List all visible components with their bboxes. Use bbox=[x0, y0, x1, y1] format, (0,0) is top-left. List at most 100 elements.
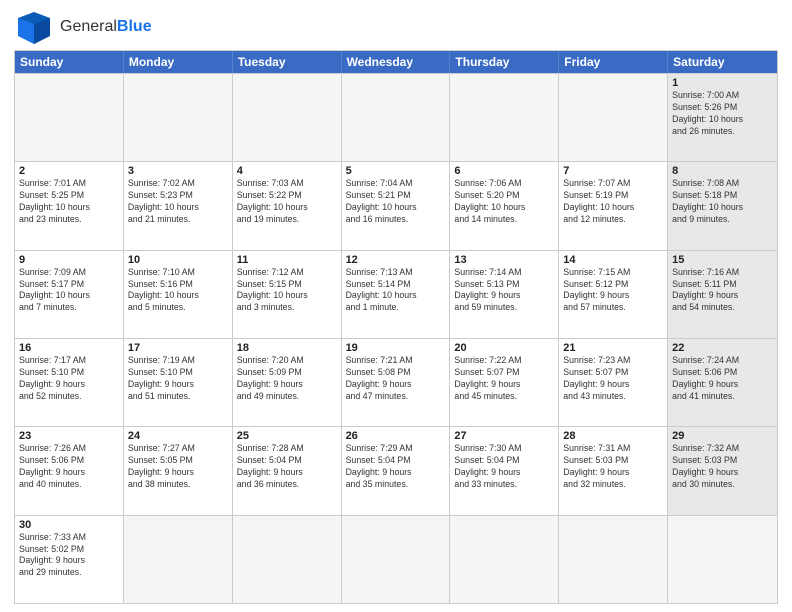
cal-cell-w5d1 bbox=[124, 516, 233, 603]
day-info: Sunrise: 7:04 AM Sunset: 5:21 PM Dayligh… bbox=[346, 178, 446, 226]
cal-cell-w1d1: 3Sunrise: 7:02 AM Sunset: 5:23 PM Daylig… bbox=[124, 162, 233, 249]
day-number: 30 bbox=[19, 519, 119, 531]
day-number: 1 bbox=[672, 77, 773, 89]
day-info: Sunrise: 7:19 AM Sunset: 5:10 PM Dayligh… bbox=[128, 355, 228, 403]
day-info: Sunrise: 7:20 AM Sunset: 5:09 PM Dayligh… bbox=[237, 355, 337, 403]
day-info: Sunrise: 7:26 AM Sunset: 5:06 PM Dayligh… bbox=[19, 443, 119, 491]
cal-cell-w5d2 bbox=[233, 516, 342, 603]
day-number: 16 bbox=[19, 342, 119, 354]
cal-cell-w2d3: 12Sunrise: 7:13 AM Sunset: 5:14 PM Dayli… bbox=[342, 251, 451, 338]
day-info: Sunrise: 7:14 AM Sunset: 5:13 PM Dayligh… bbox=[454, 267, 554, 315]
day-info: Sunrise: 7:30 AM Sunset: 5:04 PM Dayligh… bbox=[454, 443, 554, 491]
day-number: 26 bbox=[346, 430, 446, 442]
cal-cell-w4d1: 24Sunrise: 7:27 AM Sunset: 5:05 PM Dayli… bbox=[124, 427, 233, 514]
day-info: Sunrise: 7:16 AM Sunset: 5:11 PM Dayligh… bbox=[672, 267, 773, 315]
day-info: Sunrise: 7:13 AM Sunset: 5:14 PM Dayligh… bbox=[346, 267, 446, 315]
week-row-4: 23Sunrise: 7:26 AM Sunset: 5:06 PM Dayli… bbox=[15, 426, 777, 514]
calendar: SundayMondayTuesdayWednesdayThursdayFrid… bbox=[14, 50, 778, 604]
header-day-friday: Friday bbox=[559, 51, 668, 73]
day-number: 28 bbox=[563, 430, 663, 442]
cal-cell-w0d2 bbox=[233, 74, 342, 161]
logo-general: General bbox=[60, 18, 117, 35]
week-row-1: 2Sunrise: 7:01 AM Sunset: 5:25 PM Daylig… bbox=[15, 161, 777, 249]
cal-cell-w3d2: 18Sunrise: 7:20 AM Sunset: 5:09 PM Dayli… bbox=[233, 339, 342, 426]
cal-cell-w2d0: 9Sunrise: 7:09 AM Sunset: 5:17 PM Daylig… bbox=[15, 251, 124, 338]
cal-cell-w0d0 bbox=[15, 74, 124, 161]
header-day-sunday: Sunday bbox=[15, 51, 124, 73]
page: GeneralBlue SundayMondayTuesdayWednesday… bbox=[0, 0, 792, 612]
cal-cell-w4d5: 28Sunrise: 7:31 AM Sunset: 5:03 PM Dayli… bbox=[559, 427, 668, 514]
cal-cell-w3d4: 20Sunrise: 7:22 AM Sunset: 5:07 PM Dayli… bbox=[450, 339, 559, 426]
cal-cell-w5d6 bbox=[668, 516, 777, 603]
day-number: 6 bbox=[454, 165, 554, 177]
day-number: 21 bbox=[563, 342, 663, 354]
logo-blue: Blue bbox=[117, 18, 152, 35]
week-row-0: 1Sunrise: 7:00 AM Sunset: 5:26 PM Daylig… bbox=[15, 73, 777, 161]
cal-cell-w2d1: 10Sunrise: 7:10 AM Sunset: 5:16 PM Dayli… bbox=[124, 251, 233, 338]
week-row-2: 9Sunrise: 7:09 AM Sunset: 5:17 PM Daylig… bbox=[15, 250, 777, 338]
day-info: Sunrise: 7:01 AM Sunset: 5:25 PM Dayligh… bbox=[19, 178, 119, 226]
calendar-header: SundayMondayTuesdayWednesdayThursdayFrid… bbox=[15, 51, 777, 73]
week-row-3: 16Sunrise: 7:17 AM Sunset: 5:10 PM Dayli… bbox=[15, 338, 777, 426]
day-number: 14 bbox=[563, 254, 663, 266]
day-info: Sunrise: 7:28 AM Sunset: 5:04 PM Dayligh… bbox=[237, 443, 337, 491]
day-number: 11 bbox=[237, 254, 337, 266]
cal-cell-w0d5 bbox=[559, 74, 668, 161]
day-number: 15 bbox=[672, 254, 773, 266]
header: GeneralBlue bbox=[14, 10, 778, 44]
cal-cell-w1d5: 7Sunrise: 7:07 AM Sunset: 5:19 PM Daylig… bbox=[559, 162, 668, 249]
cal-cell-w2d6: 15Sunrise: 7:16 AM Sunset: 5:11 PM Dayli… bbox=[668, 251, 777, 338]
day-number: 2 bbox=[19, 165, 119, 177]
day-info: Sunrise: 7:32 AM Sunset: 5:03 PM Dayligh… bbox=[672, 443, 773, 491]
day-info: Sunrise: 7:12 AM Sunset: 5:15 PM Dayligh… bbox=[237, 267, 337, 315]
cal-cell-w3d1: 17Sunrise: 7:19 AM Sunset: 5:10 PM Dayli… bbox=[124, 339, 233, 426]
cal-cell-w1d4: 6Sunrise: 7:06 AM Sunset: 5:20 PM Daylig… bbox=[450, 162, 559, 249]
header-day-saturday: Saturday bbox=[668, 51, 777, 73]
cal-cell-w2d2: 11Sunrise: 7:12 AM Sunset: 5:15 PM Dayli… bbox=[233, 251, 342, 338]
day-number: 12 bbox=[346, 254, 446, 266]
cal-cell-w0d6: 1Sunrise: 7:00 AM Sunset: 5:26 PM Daylig… bbox=[668, 74, 777, 161]
day-number: 24 bbox=[128, 430, 228, 442]
cal-cell-w4d3: 26Sunrise: 7:29 AM Sunset: 5:04 PM Dayli… bbox=[342, 427, 451, 514]
day-number: 25 bbox=[237, 430, 337, 442]
cal-cell-w2d4: 13Sunrise: 7:14 AM Sunset: 5:13 PM Dayli… bbox=[450, 251, 559, 338]
day-info: Sunrise: 7:07 AM Sunset: 5:19 PM Dayligh… bbox=[563, 178, 663, 226]
day-number: 13 bbox=[454, 254, 554, 266]
cal-cell-w3d0: 16Sunrise: 7:17 AM Sunset: 5:10 PM Dayli… bbox=[15, 339, 124, 426]
cal-cell-w5d4 bbox=[450, 516, 559, 603]
day-number: 3 bbox=[128, 165, 228, 177]
cal-cell-w4d0: 23Sunrise: 7:26 AM Sunset: 5:06 PM Dayli… bbox=[15, 427, 124, 514]
day-info: Sunrise: 7:31 AM Sunset: 5:03 PM Dayligh… bbox=[563, 443, 663, 491]
cal-cell-w0d1 bbox=[124, 74, 233, 161]
day-number: 5 bbox=[346, 165, 446, 177]
day-info: Sunrise: 7:17 AM Sunset: 5:10 PM Dayligh… bbox=[19, 355, 119, 403]
cal-cell-w3d3: 19Sunrise: 7:21 AM Sunset: 5:08 PM Dayli… bbox=[342, 339, 451, 426]
day-info: Sunrise: 7:02 AM Sunset: 5:23 PM Dayligh… bbox=[128, 178, 228, 226]
day-number: 4 bbox=[237, 165, 337, 177]
day-info: Sunrise: 7:22 AM Sunset: 5:07 PM Dayligh… bbox=[454, 355, 554, 403]
logo: GeneralBlue bbox=[14, 10, 152, 44]
day-info: Sunrise: 7:23 AM Sunset: 5:07 PM Dayligh… bbox=[563, 355, 663, 403]
day-number: 10 bbox=[128, 254, 228, 266]
cal-cell-w5d3 bbox=[342, 516, 451, 603]
header-day-monday: Monday bbox=[124, 51, 233, 73]
day-number: 7 bbox=[563, 165, 663, 177]
cal-cell-w2d5: 14Sunrise: 7:15 AM Sunset: 5:12 PM Dayli… bbox=[559, 251, 668, 338]
header-day-thursday: Thursday bbox=[450, 51, 559, 73]
cal-cell-w1d3: 5Sunrise: 7:04 AM Sunset: 5:21 PM Daylig… bbox=[342, 162, 451, 249]
day-number: 29 bbox=[672, 430, 773, 442]
day-info: Sunrise: 7:24 AM Sunset: 5:06 PM Dayligh… bbox=[672, 355, 773, 403]
day-number: 17 bbox=[128, 342, 228, 354]
cal-cell-w4d6: 29Sunrise: 7:32 AM Sunset: 5:03 PM Dayli… bbox=[668, 427, 777, 514]
cal-cell-w0d4 bbox=[450, 74, 559, 161]
day-number: 23 bbox=[19, 430, 119, 442]
generalblue-logo-icon bbox=[14, 10, 54, 44]
day-info: Sunrise: 7:00 AM Sunset: 5:26 PM Dayligh… bbox=[672, 90, 773, 138]
day-number: 22 bbox=[672, 342, 773, 354]
day-number: 20 bbox=[454, 342, 554, 354]
cal-cell-w1d6: 8Sunrise: 7:08 AM Sunset: 5:18 PM Daylig… bbox=[668, 162, 777, 249]
day-info: Sunrise: 7:03 AM Sunset: 5:22 PM Dayligh… bbox=[237, 178, 337, 226]
cal-cell-w3d6: 22Sunrise: 7:24 AM Sunset: 5:06 PM Dayli… bbox=[668, 339, 777, 426]
day-number: 19 bbox=[346, 342, 446, 354]
cal-cell-w1d0: 2Sunrise: 7:01 AM Sunset: 5:25 PM Daylig… bbox=[15, 162, 124, 249]
